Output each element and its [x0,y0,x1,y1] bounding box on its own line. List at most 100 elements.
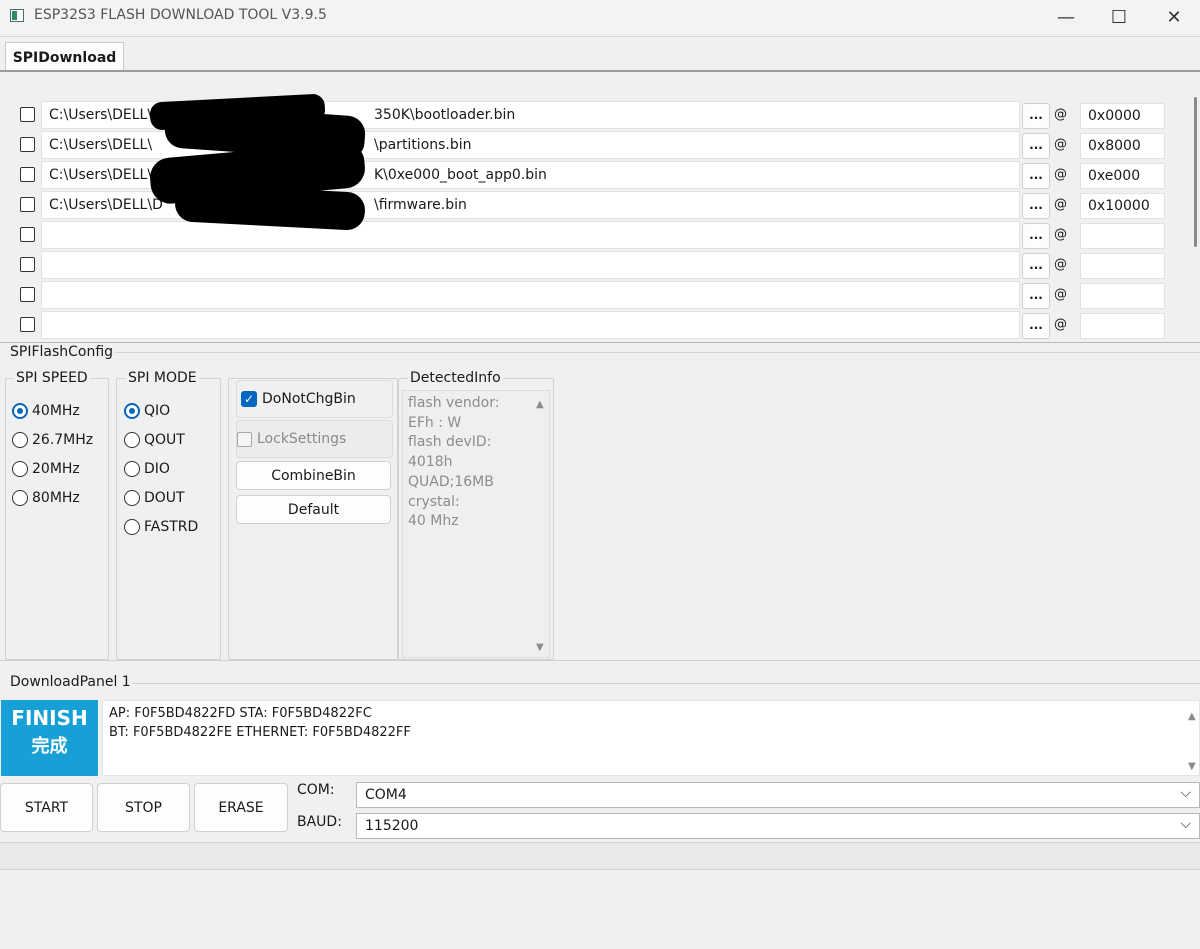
combine-bin-button[interactable]: CombineBin [236,461,391,490]
radio-indicator [124,403,140,419]
file-path-input[interactable] [41,221,1020,249]
radio-indicator [12,432,28,448]
file-enable-checkbox[interactable] [20,317,35,332]
browse-button[interactable]: ... [1022,103,1050,129]
title-bar: ESP32S3 FLASH DOWNLOAD TOOL V3.9.5 — ☐ ✕ [0,0,1200,34]
log-scroll-up-icon[interactable]: ▲ [1188,707,1196,726]
radio-indicator [12,490,28,506]
browse-button[interactable]: ... [1022,163,1050,189]
radio-indicator [12,403,28,419]
file-row: ... @ [0,220,1170,250]
at-sign: @ [1054,257,1067,272]
file-row: ... @ [0,310,1170,340]
spi-mode-option-label: DOUT [144,490,185,506]
spi-mode-title: SPI MODE [126,370,199,386]
spi-mode-option-label: FASTRD [144,519,199,535]
file-enable-checkbox[interactable] [20,257,35,272]
spi-mode-radio[interactable]: QIO [124,403,170,419]
file-path-start: C:\Users\DELL\D [49,107,163,123]
offset-input[interactable] [1080,223,1165,249]
chevron-down-icon: ⌵ [1180,785,1191,801]
log-line: AP: F0F5BD4822FD STA: F0F5BD4822FC [109,706,372,721]
browse-button[interactable]: ... [1022,283,1050,309]
spi-mode-radio[interactable]: FASTRD [124,519,198,535]
spi-speed-radio[interactable]: 20MHz [12,461,80,477]
detected-info-line: flash devID: [408,434,492,451]
tab-bar: SPIDownload [0,36,1200,72]
baud-select[interactable]: 115200 ⌵ [356,813,1200,839]
log-output[interactable]: AP: F0F5BD4822FD STA: F0F5BD4822FC BT: F… [102,700,1200,776]
radio-indicator [124,432,140,448]
scroll-up-icon[interactable]: ▲ [536,399,544,410]
finish-status-cn: 完成 [31,736,68,757]
offset-input[interactable]: 0x8000 [1080,133,1165,159]
browse-button[interactable]: ... [1022,253,1050,279]
browse-button[interactable]: ... [1022,313,1050,339]
close-button[interactable]: ✕ [1148,0,1200,34]
do-not-chg-bin-checkbox[interactable]: ✓ DoNotChgBin [236,380,393,418]
at-sign: @ [1054,167,1067,182]
offset-input[interactable] [1080,313,1165,339]
file-enable-checkbox[interactable] [20,287,35,302]
default-button[interactable]: Default [236,495,391,524]
stop-button[interactable]: STOP [97,783,190,832]
file-path-start: C:\Users\DELL\D [49,197,163,213]
erase-button[interactable]: ERASE [194,783,288,832]
file-row: ... @ [0,250,1170,280]
detected-info-title: DetectedInfo [408,370,503,386]
section-rule [115,352,1200,353]
lock-settings-checkbox[interactable]: LockSettings [236,420,393,458]
file-path-end: \partitions.bin [374,137,472,153]
radio-indicator [124,490,140,506]
spi-speed-radio[interactable]: 26.7MHz [12,432,93,448]
file-list-scrollbar[interactable] [1186,72,1200,342]
start-button[interactable]: START [0,783,93,832]
at-sign: @ [1054,137,1067,152]
browse-button[interactable]: ... [1022,193,1050,219]
offset-input[interactable]: 0x10000 [1080,193,1165,219]
offset-input[interactable]: 0x0000 [1080,103,1165,129]
spi-mode-option-label: QIO [144,403,171,419]
offset-input[interactable] [1080,253,1165,279]
offset-input[interactable]: 0xe000 [1080,163,1165,189]
spi-speed-option-label: 80MHz [32,490,80,506]
scroll-down-icon[interactable]: ▼ [536,642,544,653]
scrollbar-thumb[interactable] [1194,97,1197,247]
log-scroll-down-icon[interactable]: ▼ [1188,757,1196,776]
file-path-end: 350K\bootloader.bin [374,107,516,123]
at-sign: @ [1054,227,1067,242]
section-divider [0,660,1200,661]
file-path-input[interactable] [41,281,1020,309]
file-enable-checkbox[interactable] [20,197,35,212]
maximize-button[interactable]: ☐ [1093,0,1145,34]
file-path-input[interactable] [41,311,1020,339]
detected-info-line: EFh : W [408,414,462,431]
detected-info-line: QUAD;16MB [408,473,494,490]
browse-button[interactable]: ... [1022,133,1050,159]
radio-indicator [124,519,140,535]
com-select[interactable]: COM4 ⌵ [356,782,1200,808]
file-enable-checkbox[interactable] [20,107,35,122]
offset-input[interactable] [1080,283,1165,309]
spi-mode-option-label: DIO [144,461,170,477]
file-enable-checkbox[interactable] [20,137,35,152]
spi-speed-radio[interactable]: 80MHz [12,490,80,506]
spi-speed-option-label: 20MHz [32,461,80,477]
at-sign: @ [1054,197,1067,212]
file-enable-checkbox[interactable] [20,227,35,242]
spi-mode-radio[interactable]: QOUT [124,432,185,448]
radio-indicator [124,461,140,477]
browse-button[interactable]: ... [1022,223,1050,249]
spi-speed-radio[interactable]: 40MHz [12,403,80,419]
spi-speed-option-label: 26.7MHz [32,432,94,448]
tab-spidownload[interactable]: SPIDownload [5,42,124,72]
detected-info-line: crystal: [408,493,460,510]
spi-mode-radio[interactable]: DIO [124,461,170,477]
spi-speed-title: SPI SPEED [14,370,90,386]
detected-info-line: flash vendor: [408,395,500,411]
file-path-input[interactable] [41,251,1020,279]
minimize-button[interactable]: — [1040,0,1092,34]
lock-settings-box [237,431,252,447]
spi-mode-radio[interactable]: DOUT [124,490,185,506]
file-enable-checkbox[interactable] [20,167,35,182]
